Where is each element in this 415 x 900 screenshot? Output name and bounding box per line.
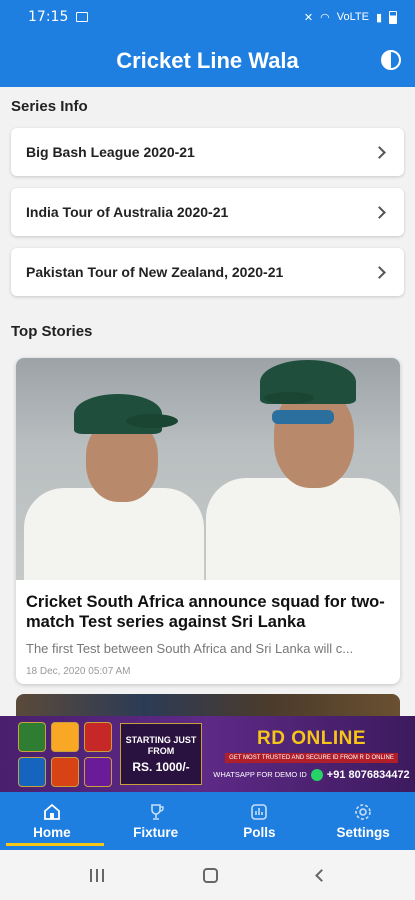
series-item-label: India Tour of Australia 2020-21 [26,204,229,220]
whatsapp-icon [310,768,323,781]
ad-whatsapp-label: WHATSAPP FOR DEMO ID [213,770,307,779]
ad-price: RS. 1000/- [132,759,190,774]
home-button-icon[interactable] [202,867,218,883]
status-time: 17:15 [28,9,69,25]
system-nav-bar [0,850,415,900]
app-title: Cricket Line Wala [116,47,299,73]
nav-fixture-label: Fixture [133,825,179,840]
trophy-icon [146,802,166,822]
ad-brand: RD ONLINE [257,727,366,749]
football-tile-icon [18,756,46,787]
network-label: VoLTE [336,11,369,23]
wifi-icon: ◠ [320,11,330,24]
ad-tiles [18,721,112,787]
status-icons: ✕ ◠ VoLTE ▮ [303,10,397,24]
series-item-india-tour[interactable]: India Tour of Australia 2020-21 [11,188,404,236]
nav-fixture[interactable]: Fixture [104,792,208,850]
ad-banner[interactable]: STARTING JUST FROM RS. 1000/- RD ONLINE … [0,716,415,792]
battery-icon [389,10,397,24]
app-bar: Cricket Line Wala [0,34,415,87]
ad-contact: WHATSAPP FOR DEMO ID +91 8076834472 [213,768,410,781]
cards-tile-icon [51,721,79,752]
series-section-title: Series Info [11,98,88,115]
series-item-label: Big Bash League 2020-21 [26,144,195,160]
ad-price-line1: STARTING JUST [125,734,197,745]
signal-icon: ▮ [375,11,382,24]
casino-tile-icon [84,721,112,752]
ad-price-line2: FROM [147,745,175,756]
story-image [16,358,400,580]
contrast-icon[interactable] [381,50,401,70]
gear-icon [353,802,373,822]
poll-icon [249,802,269,822]
series-item-pakistan-tour[interactable]: Pakistan Tour of New Zealand, 2020-21 [11,248,404,296]
story-headline: Cricket South Africa announce squad for … [26,593,385,631]
nav-polls[interactable]: Polls [208,792,312,850]
story-card[interactable]: Cricket South Africa announce squad for … [16,358,400,684]
mute-icon: ✕ [303,11,314,24]
ad-phone: +91 8076834472 [326,768,410,781]
image-notification-icon [76,12,89,22]
series-item-label: Pakistan Tour of New Zealand, 2020-21 [26,264,284,280]
chevron-right-icon [373,265,386,279]
story-date: 18 Dec, 2020 05:07 AM [26,666,131,677]
nav-settings-label: Settings [336,825,390,840]
ad-price-box: STARTING JUST FROM RS. 1000/- [120,723,202,785]
chevron-right-icon [373,145,386,159]
nav-settings[interactable]: Settings [311,792,415,850]
nav-home-label: Home [33,825,71,840]
back-icon[interactable] [314,868,328,882]
dice-tile-icon [84,756,112,787]
home-icon [42,802,62,822]
bottom-nav: Home Fixture Polls Settings [0,792,415,850]
ad-brand-block: RD ONLINE GET MOST TRUSTED AND SECURE ID… [202,728,415,781]
stories-section-title: Top Stories [11,323,93,340]
roulette-tile-icon [51,756,79,787]
chevron-right-icon [373,205,386,219]
story-summary: The first Test between South Africa and … [26,641,354,656]
nav-home[interactable]: Home [0,792,104,850]
series-item-big-bash[interactable]: Big Bash League 2020-21 [11,128,404,176]
nav-polls-label: Polls [243,825,276,840]
recents-icon[interactable] [89,868,104,882]
cricket-tile-icon [18,721,46,752]
ad-tagline: GET MOST TRUSTED AND SECURE ID FROM R D … [225,752,398,763]
status-bar: 17:15 ✕ ◠ VoLTE ▮ [0,0,415,34]
